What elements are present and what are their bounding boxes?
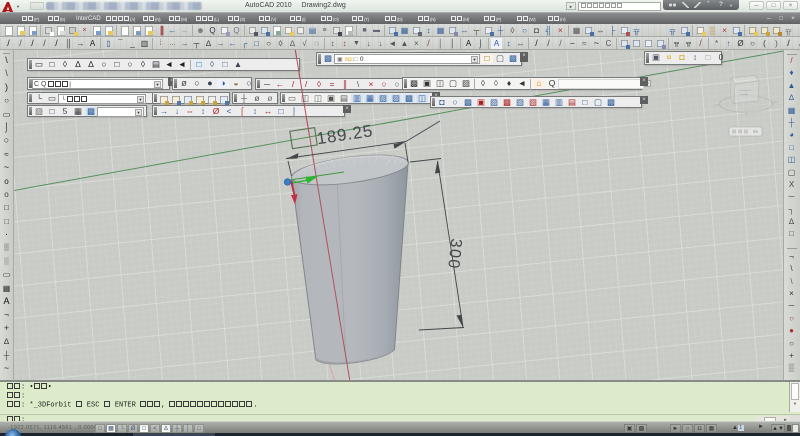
svg-text:300: 300: [444, 238, 464, 271]
svg-text:189.25: 189.25: [315, 121, 374, 148]
